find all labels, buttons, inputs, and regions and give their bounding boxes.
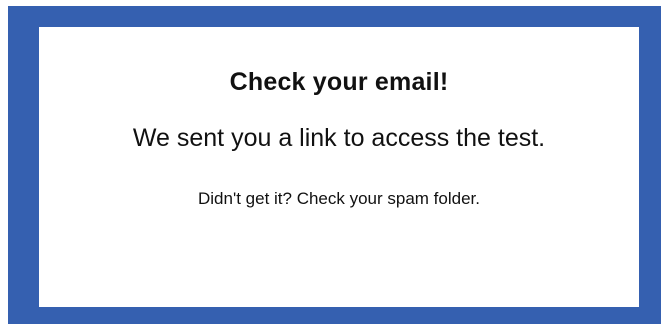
email-notice-card: Check your email! We sent you a link to … xyxy=(39,27,639,307)
notice-title: Check your email! xyxy=(229,68,449,96)
notice-message: We sent you a link to access the test. xyxy=(132,124,546,152)
email-notice-frame: Check your email! We sent you a link to … xyxy=(8,6,661,324)
spam-folder-hint: Didn't get it? Check your spam folder. xyxy=(198,189,480,208)
